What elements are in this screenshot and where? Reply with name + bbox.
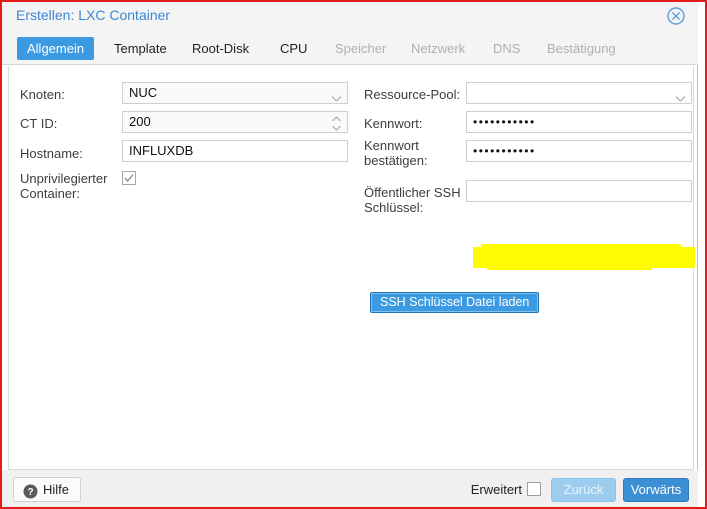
spinner-arrows-icon[interactable] — [331, 115, 342, 132]
svg-text:?: ? — [27, 487, 33, 498]
tab-dns[interactable]: DNS — [491, 38, 522, 60]
ctid-spinner[interactable]: 200 — [122, 111, 348, 133]
password-value: ••••••••••• — [473, 115, 536, 129]
hostname-value: INFLUXDB — [129, 143, 194, 158]
resource-pool-label: Ressource-Pool: — [364, 87, 461, 102]
chevron-down-icon — [331, 89, 342, 102]
password-confirm-label-line2: bestätigen: — [364, 153, 428, 168]
advanced-checkbox[interactable] — [527, 482, 541, 496]
tab-netzwerk[interactable]: Netzwerk — [409, 38, 467, 60]
dialog-content-panel: Knoten: NUC CT ID: 200 Hostname: INFLUXD… — [8, 66, 695, 470]
question-mark-circle-icon: ? — [23, 483, 38, 499]
tab-root-disk[interactable]: Root-Disk — [190, 38, 251, 60]
chevron-down-icon — [675, 89, 686, 102]
load-ssh-key-file-button[interactable]: SSH Schlüssel Datei laden — [370, 292, 540, 313]
node-label: Knoten: — [20, 87, 65, 102]
tab-bar: Allgemein Template Root-Disk CPU Speiche… — [2, 32, 698, 65]
create-lxc-container-dialog: Erstellen: LXC Container Allgemein Templ… — [2, 0, 698, 509]
tab-speicher[interactable]: Speicher — [333, 38, 388, 60]
password-confirm-value: ••••••••••• — [473, 144, 536, 158]
resource-pool-select[interactable] — [466, 82, 692, 104]
ctid-value: 200 — [129, 114, 151, 129]
hostname-label: Hostname: — [20, 146, 83, 161]
tab-cpu[interactable]: CPU — [278, 38, 309, 60]
node-select[interactable]: NUC — [122, 82, 348, 104]
checkmark-icon — [124, 174, 134, 183]
ssh-key-input[interactable] — [466, 180, 692, 202]
ssh-key-redaction-highlight — [473, 244, 695, 270]
ctid-label: CT ID: — [20, 116, 58, 131]
unprivileged-container-checkbox[interactable] — [122, 171, 136, 185]
dialog-footer: ? Hilfe Erweitert Zurück Vorwärts — [2, 470, 698, 509]
tab-template[interactable]: Template — [112, 38, 169, 60]
close-icon[interactable] — [666, 6, 686, 26]
ssh-key-label-line2: Schlüssel: — [364, 200, 424, 215]
dialog-titlebar: Erstellen: LXC Container — [2, 0, 698, 32]
password-input[interactable]: ••••••••••• — [466, 111, 692, 133]
next-button[interactable]: Vorwärts — [623, 478, 689, 502]
tab-bestaetigung[interactable]: Bestätigung — [545, 38, 618, 60]
password-label: Kennwort: — [364, 116, 423, 131]
help-label: Hilfe — [43, 482, 70, 497]
back-button[interactable]: Zurück — [551, 478, 616, 502]
advanced-label: Erweitert — [470, 482, 522, 497]
unprivileged-label-line2: Container: — [20, 186, 80, 201]
node-value: NUC — [129, 85, 158, 100]
tab-allgemein[interactable]: Allgemein — [17, 37, 95, 60]
ssh-key-label-line1: Öffentlicher SSH — [364, 185, 461, 200]
hostname-input[interactable]: INFLUXDB — [122, 140, 348, 162]
password-confirm-input[interactable]: ••••••••••• — [466, 140, 692, 162]
dialog-title: Erstellen: LXC Container — [16, 7, 171, 23]
password-confirm-label-line1: Kennwort — [364, 138, 419, 153]
help-button[interactable]: ? Hilfe — [13, 477, 82, 502]
unprivileged-label-line1: Unprivilegierter — [20, 171, 108, 186]
